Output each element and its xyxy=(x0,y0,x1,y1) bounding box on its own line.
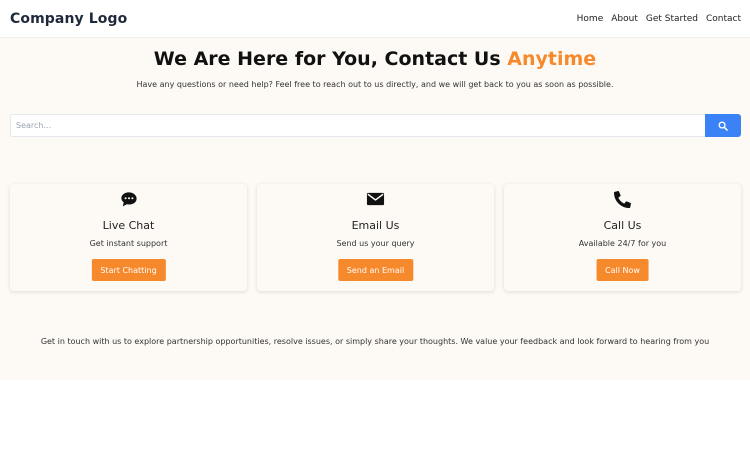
card-live-chat: Live Chat Get instant support Start Chat… xyxy=(10,184,247,291)
search-button[interactable] xyxy=(705,114,741,137)
hero-section: We Are Here for You, Contact Us Anytime … xyxy=(0,38,750,380)
search-icon xyxy=(718,121,728,131)
contact-cards: Live Chat Get instant support Start Chat… xyxy=(10,184,741,292)
nav-link-about[interactable]: About xyxy=(611,14,638,24)
call-now-button[interactable]: Call Now xyxy=(596,259,649,281)
phone-icon xyxy=(614,191,631,208)
card-title: Call Us xyxy=(603,219,642,232)
headline-accent: Anytime xyxy=(507,48,597,70)
card-title: Email Us xyxy=(351,219,400,232)
search-bar xyxy=(10,114,741,137)
card-description: Get instant support xyxy=(89,239,168,248)
nav-link-contact[interactable]: Contact xyxy=(706,14,741,24)
chat-bubble-icon xyxy=(120,192,137,207)
nav-link-home[interactable]: Home xyxy=(577,14,604,24)
card-description: Send us your query xyxy=(336,239,415,248)
start-chatting-button[interactable]: Start Chatting xyxy=(91,259,166,281)
headline-main: We Are Here for You, Contact Us xyxy=(153,48,508,70)
card-call: Call Us Available 24/7 for you Call Now xyxy=(504,184,741,291)
search-input[interactable] xyxy=(10,114,705,137)
card-email: Email Us Send us your query Send an Emai… xyxy=(257,184,494,291)
card-description: Available 24/7 for you xyxy=(578,239,667,248)
hero-subtext: Have any questions or need help? Feel fr… xyxy=(136,80,614,89)
navbar: Company Logo Home About Get Started Cont… xyxy=(0,0,750,38)
closing-message: Get in touch with us to explore partners… xyxy=(40,337,710,346)
envelope-icon xyxy=(366,192,385,206)
page-title: We Are Here for You, Contact Us Anytime xyxy=(0,48,750,70)
send-email-button[interactable]: Send an Email xyxy=(337,259,414,281)
card-title: Live Chat xyxy=(102,219,155,232)
company-logo[interactable]: Company Logo xyxy=(10,11,127,27)
nav-links: Home About Get Started Contact xyxy=(577,14,741,24)
nav-link-get-started[interactable]: Get Started xyxy=(646,14,698,24)
